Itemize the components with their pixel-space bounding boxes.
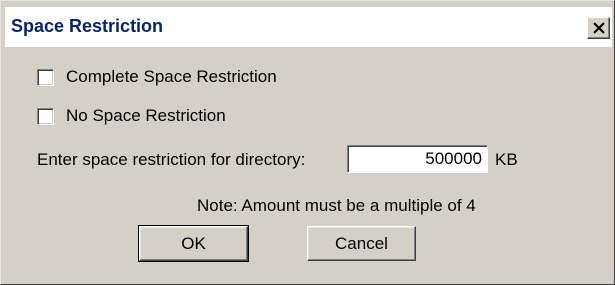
complete-restriction-label[interactable]: Complete Space Restriction bbox=[66, 67, 277, 87]
title-bar: Space Restriction bbox=[5, 7, 612, 47]
close-button[interactable] bbox=[587, 17, 610, 39]
no-restriction-checkbox[interactable] bbox=[37, 107, 54, 125]
no-restriction-label[interactable]: No Space Restriction bbox=[66, 106, 226, 126]
cancel-button[interactable]: Cancel bbox=[307, 226, 416, 261]
no-restriction-option[interactable]: No Space Restriction bbox=[37, 106, 226, 126]
complete-restriction-checkbox[interactable] bbox=[37, 68, 54, 86]
dialog-title: Space Restriction bbox=[11, 16, 164, 36]
space-restriction-label: Enter space restriction for directory: bbox=[37, 150, 306, 169]
complete-restriction-option[interactable]: Complete Space Restriction bbox=[37, 67, 277, 87]
ok-button[interactable]: OK bbox=[138, 225, 249, 262]
space-restriction-input[interactable] bbox=[347, 145, 488, 173]
space-restriction-dialog: Space Restriction Complete Space Restric… bbox=[0, 0, 615, 285]
close-icon bbox=[593, 22, 605, 34]
note-text: Note: Amount must be a multiple of 4 bbox=[197, 196, 476, 215]
unit-label: KB bbox=[495, 150, 518, 169]
